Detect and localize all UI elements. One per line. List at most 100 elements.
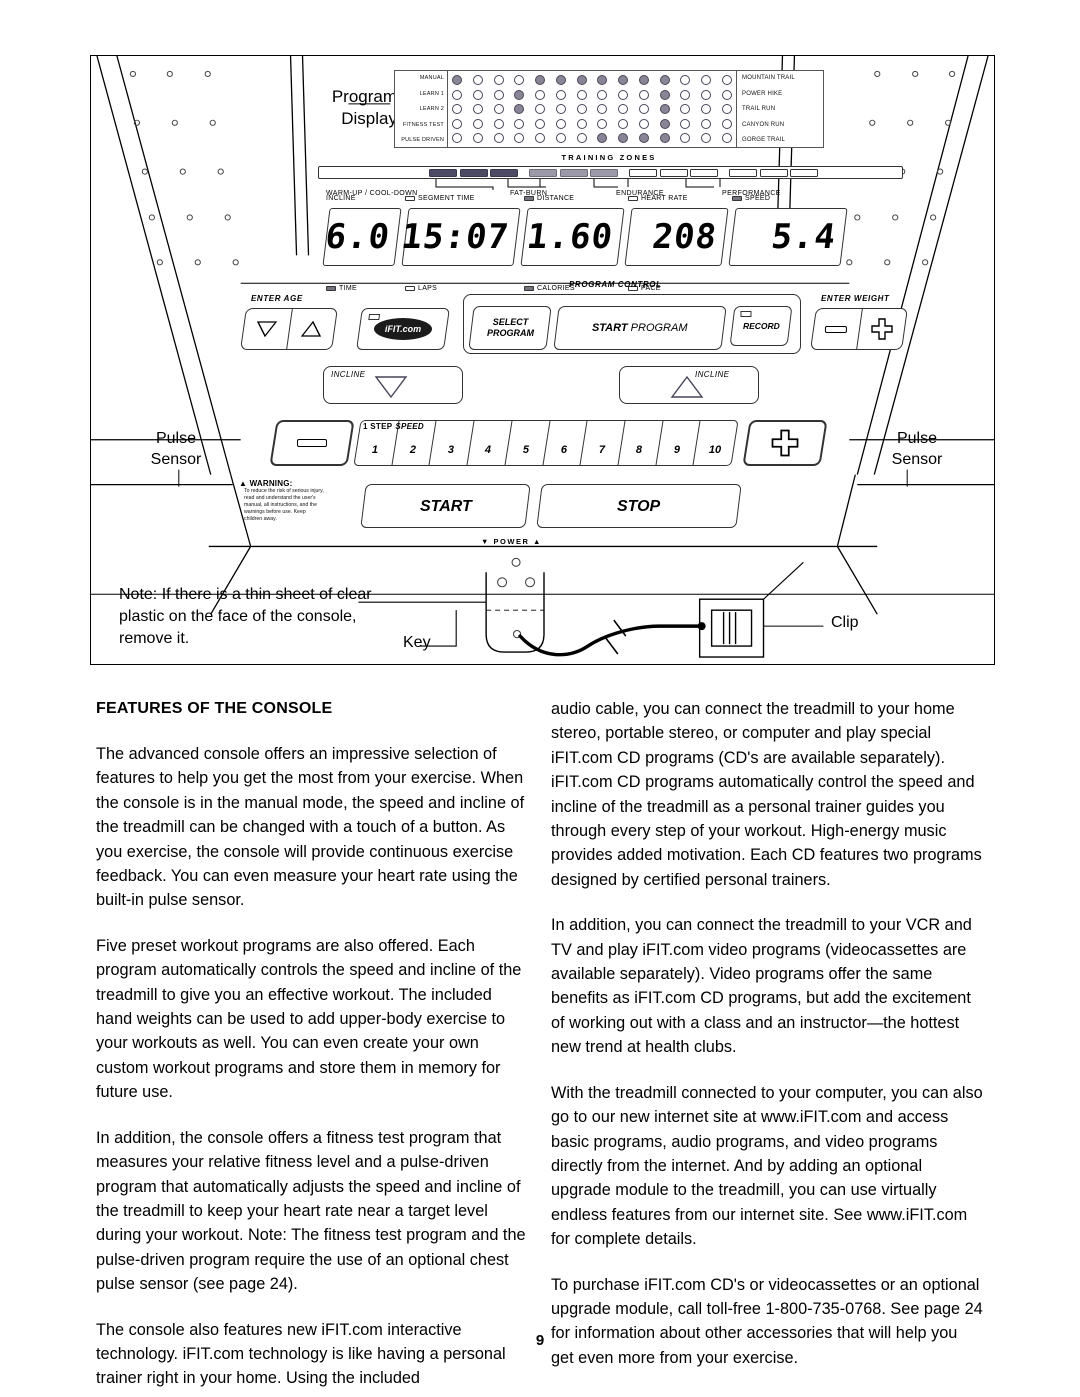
zone-leader-lines	[435, 179, 721, 190]
led-dot-on	[659, 133, 670, 143]
speed-increase-button[interactable]	[742, 420, 828, 466]
display-time-bottom-label: TIME	[326, 285, 357, 292]
ifit-logo: iFIT.com	[374, 318, 432, 340]
triangle-down-icon: ▼	[481, 537, 490, 546]
warning-body: To reduce the risk of serious injury, re…	[244, 488, 324, 522]
display-heart-rate: HEART RATE 208 PACE	[624, 195, 729, 292]
led-dot-off	[680, 89, 691, 100]
led-dot-off	[597, 89, 608, 100]
led-dot-on	[555, 75, 566, 85]
led-dot-on	[597, 133, 608, 143]
body-paragraph: In addition, the console offers a fitnes…	[96, 1128, 526, 1294]
display-segment-time: SEGMENT TIME 15:07 LAPS	[399, 195, 521, 292]
manual-page: Program Display MANUAL LEARN 1 LEARN 2 FI…	[0, 0, 1080, 1397]
display-incline: INCLINE 6.0 TIME	[322, 195, 402, 292]
led-dot-on	[597, 75, 608, 85]
time-indicator-led	[326, 286, 336, 291]
left-text-column: The advanced console offers an impressiv…	[96, 742, 528, 1397]
led-dot-off	[597, 118, 608, 129]
program-name: CANYON RUN	[742, 121, 785, 128]
enter-weight-buttons[interactable]	[810, 308, 908, 350]
record-button[interactable]: RECORD	[729, 306, 793, 346]
speed-indicator-led	[732, 196, 742, 201]
led-dot-off	[701, 104, 712, 114]
plus-icon	[871, 318, 893, 340]
display-distance: DISTANCE 1.60 CALORIES	[520, 195, 625, 292]
led-dot-off	[701, 89, 712, 100]
body-paragraph: In addition, you can connect the treadmi…	[551, 916, 972, 1057]
led-dot-on	[638, 75, 649, 85]
lcd-incline-value: 6.0	[322, 208, 402, 266]
display-speed: SPEED 5.4	[728, 195, 848, 278]
speed-decrease-button[interactable]	[269, 420, 355, 466]
enter-weight-plus-button[interactable]	[855, 309, 907, 349]
led-dot-off	[555, 104, 566, 114]
incline-down-label: INCLINE	[331, 370, 366, 379]
led-dot-on	[535, 75, 546, 85]
led-dot-off	[576, 89, 587, 100]
step-speed-label: 1 STEP SPEED	[363, 422, 424, 431]
led-dot-off	[514, 75, 525, 85]
zone-segment-dark	[429, 168, 457, 177]
zone-segment-light	[790, 168, 818, 177]
step-speed-word: SPEED	[395, 422, 424, 431]
display-calories-bottom-label: CALORIES	[524, 285, 575, 292]
led-dot-off	[576, 133, 587, 143]
led-dot-off	[493, 104, 504, 114]
power-label: ▼ POWER ▲	[481, 537, 542, 546]
training-zones-title: TRAINING ZONES	[561, 153, 657, 162]
mode-label: LEARN 1	[419, 90, 444, 97]
right-text-column: audio cable, you can connect the treadmi…	[551, 697, 983, 1391]
ifit-button[interactable]: iFIT.com	[356, 308, 450, 350]
led-dot-off	[472, 75, 483, 85]
body-paragraph: Five preset workout programs are also of…	[96, 936, 522, 1102]
led-dot-off	[638, 118, 649, 129]
program-mode-labels: MANUAL LEARN 1 LEARN 2 FITNESS TEST PULS…	[395, 71, 447, 147]
led-dot-row	[452, 89, 732, 100]
zone-segment-dark	[490, 168, 518, 177]
led-dot-off	[576, 118, 587, 129]
led-dot-on	[659, 75, 670, 85]
mode-label: LEARN 2	[419, 106, 444, 112]
zone-gap	[721, 169, 727, 177]
display-segment-time-top-label: SEGMENT TIME	[405, 195, 475, 202]
calories-indicator-led	[524, 286, 534, 291]
led-dot-off	[472, 104, 483, 114]
led-dot-off	[535, 118, 546, 129]
led-dot-off	[701, 75, 712, 85]
led-dot-on	[618, 75, 629, 85]
led-dot-off	[535, 104, 546, 114]
led-dot-off	[680, 133, 691, 143]
zone-gap	[621, 169, 627, 177]
led-dot-off	[514, 133, 525, 143]
zone-segment-dark	[459, 168, 488, 177]
zone-gap	[521, 169, 527, 177]
led-dot-off	[472, 118, 483, 129]
body-paragraph: The console also features new iFIT.com i…	[96, 1320, 506, 1388]
enter-weight-minus-button[interactable]	[811, 309, 861, 349]
start-program-button[interactable]: START PROGRAM	[553, 306, 727, 350]
stop-button[interactable]: STOP	[536, 484, 742, 528]
led-dot-off	[701, 133, 712, 143]
led-dot-off	[472, 133, 483, 143]
plus-icon	[771, 429, 799, 457]
pulse-sensor-right-label: Pulse Sensor	[891, 430, 943, 468]
led-dot-off	[452, 118, 462, 129]
speed-key-10[interactable]: 10	[694, 421, 738, 465]
zone-segment-light	[729, 168, 757, 177]
enter-age-up-button[interactable]	[285, 309, 337, 349]
display-heart-rate-top-label: HEART RATE	[628, 195, 688, 202]
led-dot-on	[514, 89, 525, 100]
led-dot-off	[493, 75, 504, 85]
start-button[interactable]: START	[360, 484, 531, 528]
mode-label: MANUAL	[419, 75, 444, 81]
select-program-button[interactable]: SELECT PROGRAM	[468, 306, 552, 350]
triangle-up-icon	[300, 320, 321, 337]
led-dot-off	[638, 104, 649, 114]
key-label: Key	[403, 634, 431, 651]
enter-age-buttons[interactable]	[240, 308, 338, 350]
led-dot-off	[493, 89, 504, 100]
body-paragraph: To purchase iFIT.com CD's or videocasset…	[551, 1275, 983, 1367]
incline-up-triangle-icon	[670, 375, 704, 398]
enter-age-down-button[interactable]	[241, 309, 291, 349]
